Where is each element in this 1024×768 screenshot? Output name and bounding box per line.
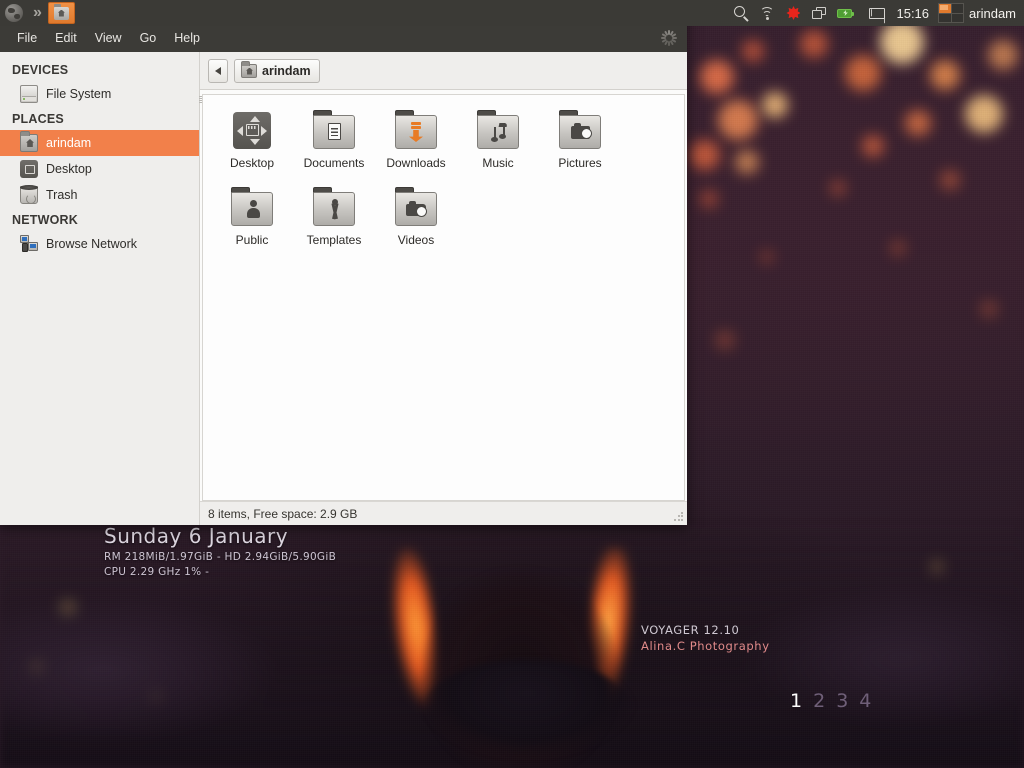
file-manager-window[interactable]: arindam - File Manager File Edit View Go… [0, 0, 687, 525]
clock[interactable]: 15:16 [890, 6, 935, 21]
workspace-cell-4[interactable] [951, 13, 964, 22]
window-body: DEVICES File System PLACES arindam Deskt… [0, 52, 687, 525]
file-label: Pictures [558, 156, 602, 170]
battery-icon[interactable] [835, 3, 855, 23]
sidebar-item-label: arindam [46, 136, 92, 150]
menu-help[interactable]: Help [165, 28, 209, 48]
file-label: Documents [303, 156, 365, 170]
home-folder-icon [241, 60, 257, 78]
workspace-cell-3[interactable] [939, 13, 951, 22]
desktop-icon [20, 160, 38, 178]
menu-edit[interactable]: Edit [46, 28, 86, 48]
sidebar-item-arindam[interactable]: arindam [0, 130, 199, 156]
desktop-workspace-4[interactable]: 4 [859, 690, 871, 712]
file-icon-view[interactable]: Desktop Documents Downloads Music Pictur… [202, 94, 685, 501]
sidebar-header-network: NETWORK [12, 213, 78, 227]
breadcrumb-arindam[interactable]: arindam [234, 58, 320, 83]
file-item-documents[interactable]: Documents [293, 109, 375, 170]
trash-icon [20, 185, 38, 204]
sidebar-item-label: Desktop [46, 162, 92, 176]
loading-spinner-icon [661, 30, 677, 46]
home-folder-icon [20, 131, 38, 152]
file-label: Music [482, 156, 514, 170]
file-label: Videos [397, 233, 435, 248]
conky-memory-line: RM 218MiB/1.97GiB - HD 2.94GiB/5.90GiB [104, 551, 337, 563]
file-item-pictures[interactable]: Pictures [539, 109, 621, 170]
workspace-switcher[interactable] [938, 3, 965, 23]
file-label: Downloads [386, 156, 446, 170]
menu-file[interactable]: File [8, 28, 46, 48]
desktop-workspace-pager[interactable]: 1 2 3 4 [790, 690, 871, 712]
chevron-double-glyph: » [33, 4, 42, 21]
file-item-videos[interactable]: Videos [375, 186, 457, 247]
search-icon[interactable] [731, 3, 751, 23]
file-item-desktop[interactable]: Desktop [211, 109, 293, 170]
sidebar-header-places: PLACES [12, 112, 64, 126]
content-pane: arindam Desktop Documents Downloads Musi… [200, 52, 687, 525]
distro-version-label: VOYAGER 12.10 [641, 623, 740, 637]
documents-folder-icon [311, 109, 357, 151]
menubar[interactable]: File Edit View Go Help [0, 24, 687, 52]
desktop-workspace-1[interactable]: 1 [790, 690, 802, 712]
conky-date: Sunday 6 January [104, 524, 289, 548]
sidebar-item-trash[interactable]: Trash [0, 182, 199, 208]
panel-launchers[interactable]: » [0, 0, 79, 26]
music-folder-icon [475, 109, 521, 151]
sidebar-header-devices: DEVICES [12, 63, 69, 77]
wallpaper-credit: VOYAGER 12.10 Alina.C Photography [641, 623, 770, 653]
globe-icon[interactable] [0, 0, 28, 26]
drive-icon [20, 85, 38, 103]
wifi-icon[interactable] [757, 3, 777, 23]
public-folder-icon [229, 186, 275, 228]
pictures-folder-icon [557, 109, 603, 151]
menu-go[interactable]: Go [131, 28, 166, 48]
conky-widget: Sunday 6 January RM 218MiB/1.97GiB - HD … [104, 524, 336, 578]
taskbar-file-manager-button[interactable] [47, 2, 75, 24]
templates-folder-icon [311, 186, 357, 228]
conky-cpu-line: CPU 2.29 GHz 1% - [104, 566, 210, 578]
videos-folder-icon [393, 186, 439, 228]
file-item-downloads[interactable]: Downloads [375, 109, 457, 170]
menu-view[interactable]: View [86, 28, 131, 48]
workspace-cell-1[interactable] [939, 4, 951, 13]
home-folder-icon [53, 3, 69, 20]
file-item-music[interactable]: Music [457, 109, 539, 170]
file-item-templates[interactable]: Templates [293, 186, 375, 247]
sidebar-item-file-system[interactable]: File System [0, 81, 199, 107]
updates-icon[interactable] [783, 3, 803, 23]
back-button[interactable] [208, 58, 228, 83]
file-label: Desktop [229, 156, 275, 170]
statusbar-text: 8 items, Free space: 2.9 GB [208, 506, 358, 521]
panel-tray[interactable]: 15:16 arindam [728, 0, 1024, 26]
chevron-left-icon [215, 66, 221, 75]
network-icon [20, 235, 38, 253]
user-menu[interactable]: arindam [969, 6, 1022, 21]
sidebar-item-browse-network[interactable]: Browse Network [0, 231, 199, 257]
file-label: Public [235, 233, 269, 248]
photographer-label: Alina.C Photography [641, 639, 770, 653]
mail-icon[interactable] [867, 3, 887, 23]
desktop-workspace-3[interactable]: 3 [836, 690, 848, 712]
sidebar[interactable]: DEVICES File System PLACES arindam Deskt… [0, 52, 200, 525]
file-label: Templates [306, 233, 362, 248]
downloads-folder-icon [393, 109, 439, 151]
resize-grip-icon[interactable] [673, 511, 684, 522]
workspace-cell-2[interactable] [951, 4, 964, 13]
file-item-public[interactable]: Public [211, 186, 293, 247]
sidebar-item-label: Trash [46, 188, 78, 202]
desktop-folder-icon [229, 109, 275, 151]
windows-icon[interactable] [809, 3, 829, 23]
sidebar-item-label: Browse Network [46, 237, 137, 251]
top-panel[interactable]: » 15:16 arindam [0, 0, 1024, 26]
sidebar-splitter[interactable] [199, 96, 202, 104]
statusbar: 8 items, Free space: 2.9 GB [200, 501, 687, 525]
pathbar[interactable]: arindam [200, 52, 687, 90]
desktop-workspace-2[interactable]: 2 [813, 690, 825, 712]
breadcrumb-label: arindam [262, 63, 311, 78]
sidebar-item-desktop[interactable]: Desktop [0, 156, 199, 182]
sidebar-item-label: File System [46, 87, 112, 101]
chevron-double-icon[interactable]: » [28, 0, 44, 26]
